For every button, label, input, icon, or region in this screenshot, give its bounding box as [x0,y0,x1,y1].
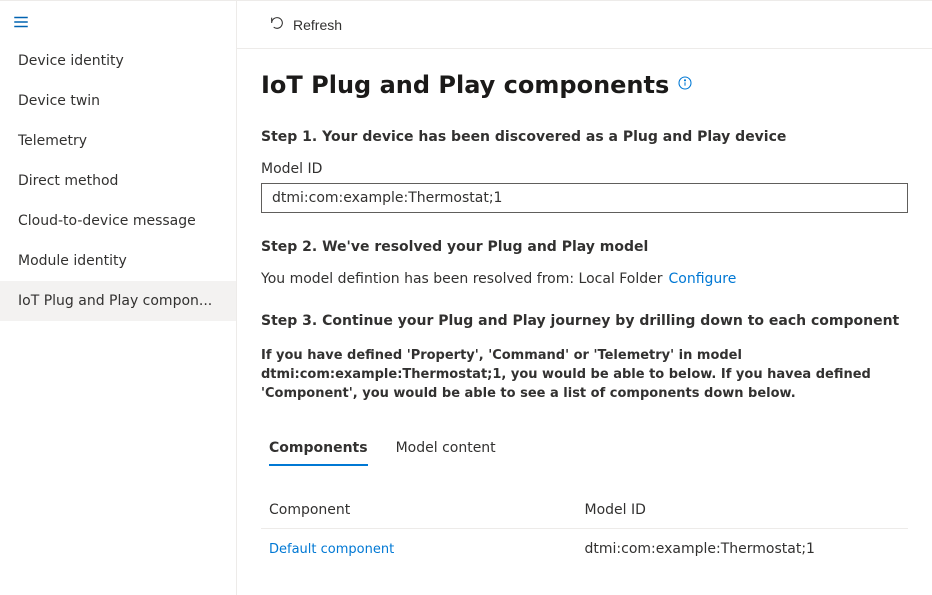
sidebar-item-direct-method[interactable]: Direct method [0,161,236,201]
sidebar-item-device-identity[interactable]: Device identity [0,41,236,81]
step3-description: If you have defined 'Property', 'Command… [261,347,908,404]
configure-link[interactable]: Configure [669,271,737,287]
model-id-label: Model ID [261,161,908,177]
components-table: Component Model ID Default component dtm… [261,492,908,569]
tab-model-content[interactable]: Model content [396,432,496,466]
step2-heading: Step 2. We've resolved your Plug and Pla… [261,239,908,255]
sidebar-item-telemetry[interactable]: Telemetry [0,121,236,161]
page-title: IoT Plug and Play components [261,71,669,99]
table-row: Default component dtmi:com:example:Therm… [261,529,908,569]
tab-list: Components Model content [261,432,908,466]
component-link[interactable]: Default component [269,542,394,557]
row-model-id: dtmi:com:example:Thermostat;1 [585,541,815,557]
step1-section: Step 1. Your device has been discovered … [261,129,908,213]
sidebar-item-c2d-message[interactable]: Cloud-to-device message [0,201,236,241]
step3-heading: Step 3. Continue your Plug and Play jour… [261,313,908,329]
main-panel: Refresh IoT Plug and Play components Ste… [237,1,932,595]
table-header-row: Component Model ID [261,492,908,529]
page-title-row: IoT Plug and Play components [261,71,908,99]
sidebar-item-device-twin[interactable]: Device twin [0,81,236,121]
model-id-field[interactable]: dtmi:com:example:Thermostat;1 [261,183,908,213]
refresh-icon [269,15,285,34]
command-bar: Refresh [237,1,932,49]
sidebar: Device identity Device twin Telemetry Di… [0,1,237,595]
content-scroll[interactable]: IoT Plug and Play components Step 1. You… [237,49,932,595]
info-icon[interactable] [677,75,693,95]
step2-section: Step 2. We've resolved your Plug and Pla… [261,239,908,287]
hamburger-menu-button[interactable] [0,7,236,41]
step2-resolved-prefix: You model defintion has been resolved fr… [261,271,663,287]
sidebar-item-iot-pnp-components[interactable]: IoT Plug and Play compon... [0,281,236,321]
sidebar-item-module-identity[interactable]: Module identity [0,241,236,281]
tab-components[interactable]: Components [269,432,368,466]
step3-section: Step 3. Continue your Plug and Play jour… [261,313,908,569]
step1-heading: Step 1. Your device has been discovered … [261,129,908,145]
step2-resolved-text: You model defintion has been resolved fr… [261,271,908,287]
hamburger-icon [12,19,30,35]
refresh-button[interactable]: Refresh [261,9,350,40]
th-model-id: Model ID [585,502,901,518]
refresh-label: Refresh [293,17,342,33]
app-shell: Device identity Device twin Telemetry Di… [0,0,932,595]
th-component: Component [269,502,585,518]
